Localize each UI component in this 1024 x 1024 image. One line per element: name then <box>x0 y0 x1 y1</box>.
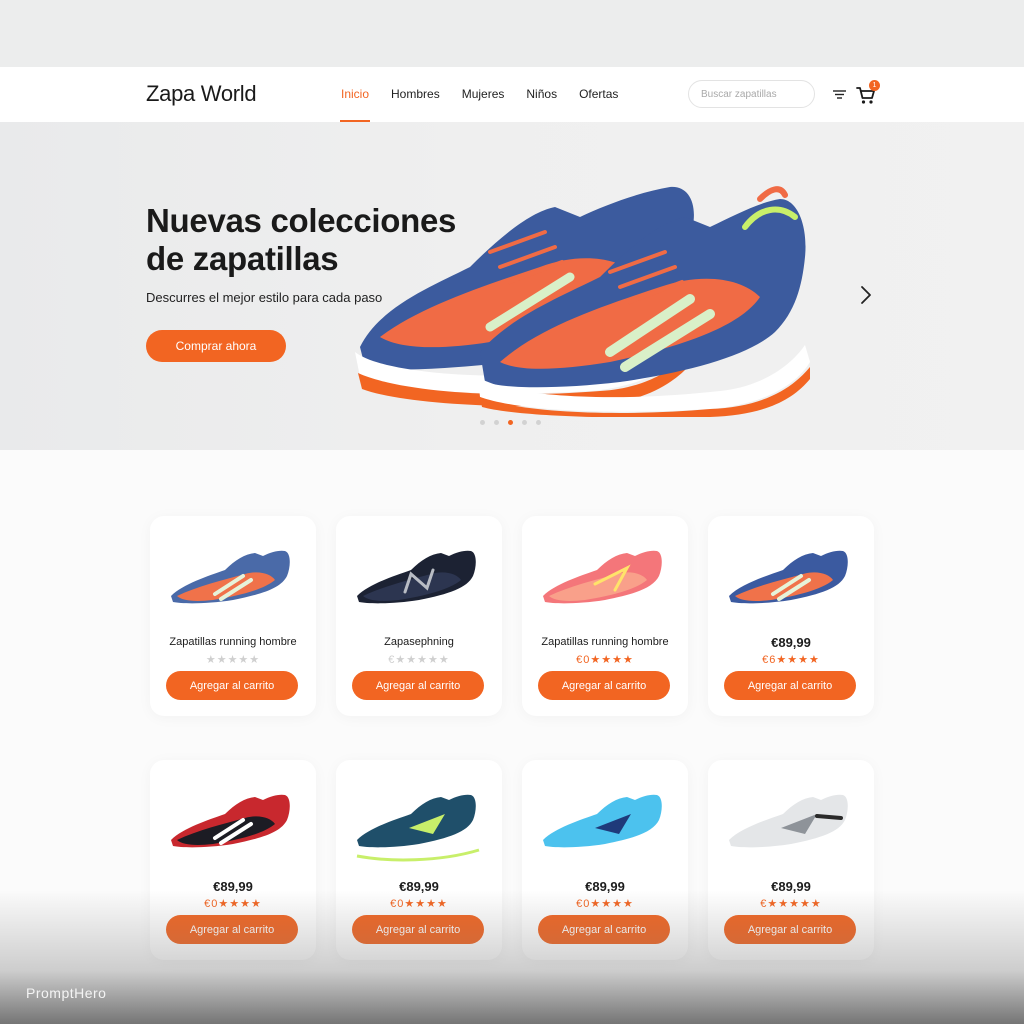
product-grid: Zapatillas running hombre ★★★★★ Agregar … <box>0 450 1024 1024</box>
carousel-dot-active[interactable] <box>508 420 513 425</box>
carousel-next-icon[interactable] <box>858 284 874 306</box>
add-to-cart-button[interactable]: Agregar al carrito <box>724 671 856 700</box>
nav-item-inicio[interactable]: Inicio <box>339 67 371 122</box>
nav-item-hombres[interactable]: Hombres <box>391 67 440 122</box>
product-shoe-image <box>355 794 483 863</box>
product-price: €89,99 <box>399 879 439 894</box>
add-to-cart-button[interactable]: Agregar al carrito <box>166 671 298 700</box>
product-shoe-image <box>541 550 669 619</box>
product-shoe-image <box>541 794 669 863</box>
product-card[interactable]: Zapatillas running hombre €0★★★★ Agregar… <box>522 516 688 716</box>
add-to-cart-button[interactable]: Agregar al carrito <box>352 915 484 944</box>
product-card[interactable]: Zapatillas running hombre ★★★★★ Agregar … <box>150 516 316 716</box>
product-shoe-image <box>727 794 855 863</box>
carousel-dots <box>480 420 541 425</box>
add-to-cart-button[interactable]: Agregar al carrito <box>166 915 298 944</box>
carousel-dot[interactable] <box>536 420 541 425</box>
add-to-cart-button[interactable]: Agregar al carrito <box>538 915 670 944</box>
product-shoe-image <box>169 794 297 863</box>
product-card[interactable]: €89,99 €0★★★★ Agregar al carrito <box>522 760 688 960</box>
product-shoe-image <box>355 550 483 619</box>
product-rating: ★★★★★ <box>205 654 261 666</box>
product-name[interactable]: Zapatillas running hombre <box>522 636 688 648</box>
product-price: €89,99 <box>771 635 811 650</box>
product-name[interactable]: Zapasephning <box>336 636 502 648</box>
site-header: Zapa World Inicio Hombres Mujeres Niños … <box>0 67 1024 122</box>
product-card[interactable]: €89,99 €0★★★★ Agregar al carrito <box>150 760 316 960</box>
product-rating: €★★★★★ <box>388 654 450 666</box>
product-shoe-image <box>727 550 855 619</box>
product-rating: €6★★★★ <box>762 654 820 666</box>
product-rating: €0★★★★ <box>204 898 262 910</box>
product-rating: €0★★★★ <box>576 898 634 910</box>
product-rating: €0★★★★ <box>390 898 448 910</box>
nav-item-ninos[interactable]: Niños <box>526 67 557 122</box>
product-price: €89,99 <box>585 879 625 894</box>
product-rating: €★★★★★ <box>760 898 822 910</box>
product-name[interactable]: Zapatillas running hombre <box>150 636 316 648</box>
product-price: €89,99 <box>213 879 253 894</box>
product-card[interactable]: €89,99 €0★★★★ Agregar al carrito <box>336 760 502 960</box>
product-shoe-image <box>169 550 297 619</box>
add-to-cart-button[interactable]: Agregar al carrito <box>724 915 856 944</box>
product-price: €89,99 <box>771 879 811 894</box>
carousel-dot[interactable] <box>494 420 499 425</box>
cart-count-badge: 1 <box>869 80 880 91</box>
product-card[interactable]: €89,99 €6★★★★ Agregar al carrito <box>708 516 874 716</box>
product-card[interactable]: Zapasephning €★★★★★ Agregar al carrito <box>336 516 502 716</box>
search-input[interactable] <box>688 80 815 108</box>
watermark-text: PromptHero <box>26 985 107 1001</box>
add-to-cart-button[interactable]: Agregar al carrito <box>538 671 670 700</box>
product-card[interactable]: €89,99 €★★★★★ Agregar al carrito <box>708 760 874 960</box>
top-band <box>0 0 1024 67</box>
main-nav: Inicio Hombres Mujeres Niños Ofertas <box>330 67 629 122</box>
brand-logo[interactable]: Zapa World <box>146 81 257 107</box>
nav-item-mujeres[interactable]: Mujeres <box>462 67 505 122</box>
add-to-cart-button[interactable]: Agregar al carrito <box>352 671 484 700</box>
filter-lines-icon[interactable] <box>833 89 846 100</box>
hero-shoes-image <box>355 186 810 417</box>
carousel-dot[interactable] <box>480 420 485 425</box>
nav-item-ofertas[interactable]: Ofertas <box>579 67 618 122</box>
shop-now-button[interactable]: Comprar ahora <box>146 330 286 362</box>
hero-banner: Nuevas colecciones de zapatillas Descurr… <box>0 122 1024 450</box>
product-rating: €0★★★★ <box>576 654 634 666</box>
carousel-dot[interactable] <box>522 420 527 425</box>
